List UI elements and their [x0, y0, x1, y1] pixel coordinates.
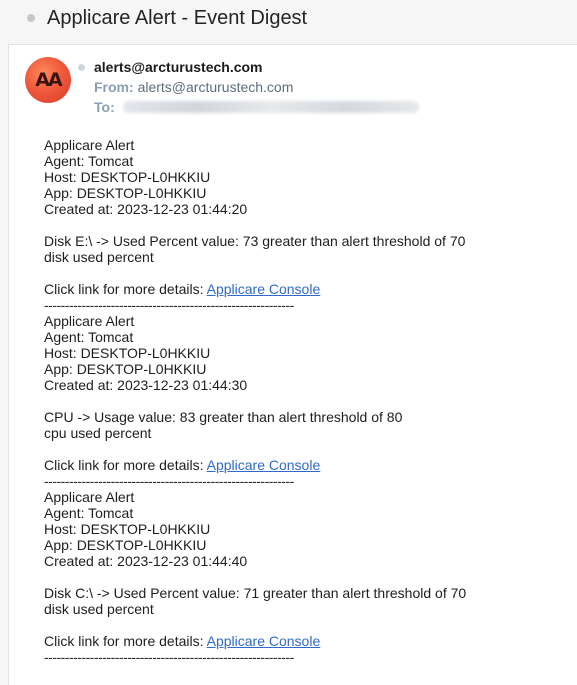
alert-app: App: DESKTOP-L0HKKIU — [44, 537, 207, 553]
details-text: Click link for more details: — [44, 281, 207, 297]
alert-host: Host: DESKTOP-L0HKKIU — [44, 345, 211, 361]
avatar-initials: AA — [35, 69, 62, 91]
applicare-console-link[interactable]: Applicare Console — [207, 633, 321, 649]
subject-bar: Applicare Alert - Event Digest — [0, 0, 577, 42]
message-pane: AA alerts@arcturustech.com From: alerts@… — [8, 44, 577, 685]
unread-dot-icon — [27, 14, 35, 22]
alert-created: Created at: 2023-12-23 01:44:40 — [44, 553, 248, 569]
alert-message-cont: disk used percent — [44, 249, 154, 265]
alert-agent: Agent: Tomcat — [44, 505, 134, 521]
email-subject: Applicare Alert - Event Digest — [47, 7, 308, 29]
alert-app: App: DESKTOP-L0HKKIU — [44, 185, 207, 201]
alert-message: Disk E:\ -> Used Percent value: 73 great… — [44, 233, 466, 249]
details-line: Click link for more details: Applicare C… — [44, 281, 564, 297]
alert-block: Applicare Alert Agent: Tomcat Host: DESK… — [44, 137, 564, 313]
alert-agent: Agent: Tomcat — [44, 329, 134, 345]
email-body: Applicare Alert Agent: Tomcat Host: DESK… — [44, 137, 564, 665]
sender-avatar[interactable]: AA — [25, 57, 71, 103]
alert-message-cont: disk used percent — [44, 601, 154, 617]
alert-title: Applicare Alert — [44, 489, 135, 505]
applicare-console-link[interactable]: Applicare Console — [207, 457, 321, 473]
from-line: From: alerts@arcturustech.com — [94, 79, 293, 95]
alert-message: CPU -> Usage value: 83 greater than aler… — [44, 409, 403, 425]
redacted-recipients — [122, 101, 419, 113]
alert-created: Created at: 2023-12-23 01:44:20 — [44, 201, 248, 217]
details-text: Click link for more details: — [44, 457, 207, 473]
alert-block: Applicare Alert Agent: Tomcat Host: DESK… — [44, 489, 564, 665]
alert-message-cont: cpu used percent — [44, 425, 152, 441]
from-label: From: — [94, 79, 134, 95]
alert-title: Applicare Alert — [44, 137, 135, 153]
from-address[interactable]: alerts@arcturustech.com — [138, 79, 294, 95]
alert-message: Disk C:\ -> Used Percent value: 71 great… — [44, 585, 467, 601]
alert-host: Host: DESKTOP-L0HKKIU — [44, 169, 211, 185]
separator: ----------------------------------------… — [44, 473, 294, 489]
details-line: Click link for more details: Applicare C… — [44, 457, 564, 473]
applicare-console-link[interactable]: Applicare Console — [207, 281, 321, 297]
alert-created: Created at: 2023-12-23 01:44:30 — [44, 377, 248, 393]
to-label: To: — [94, 99, 115, 115]
alert-agent: Agent: Tomcat — [44, 153, 134, 169]
alert-block: Applicare Alert Agent: Tomcat Host: DESK… — [44, 313, 564, 489]
separator: ----------------------------------------… — [44, 649, 294, 665]
details-text: Click link for more details: — [44, 633, 207, 649]
details-line: Click link for more details: Applicare C… — [44, 633, 564, 649]
alert-title: Applicare Alert — [44, 313, 135, 329]
sender-email[interactable]: alerts@arcturustech.com — [94, 59, 263, 75]
alert-host: Host: DESKTOP-L0HKKIU — [44, 521, 211, 537]
to-line: To: — [94, 99, 419, 115]
separator: ----------------------------------------… — [44, 297, 294, 313]
alert-app: App: DESKTOP-L0HKKIU — [44, 361, 207, 377]
status-dot-icon — [78, 64, 85, 71]
